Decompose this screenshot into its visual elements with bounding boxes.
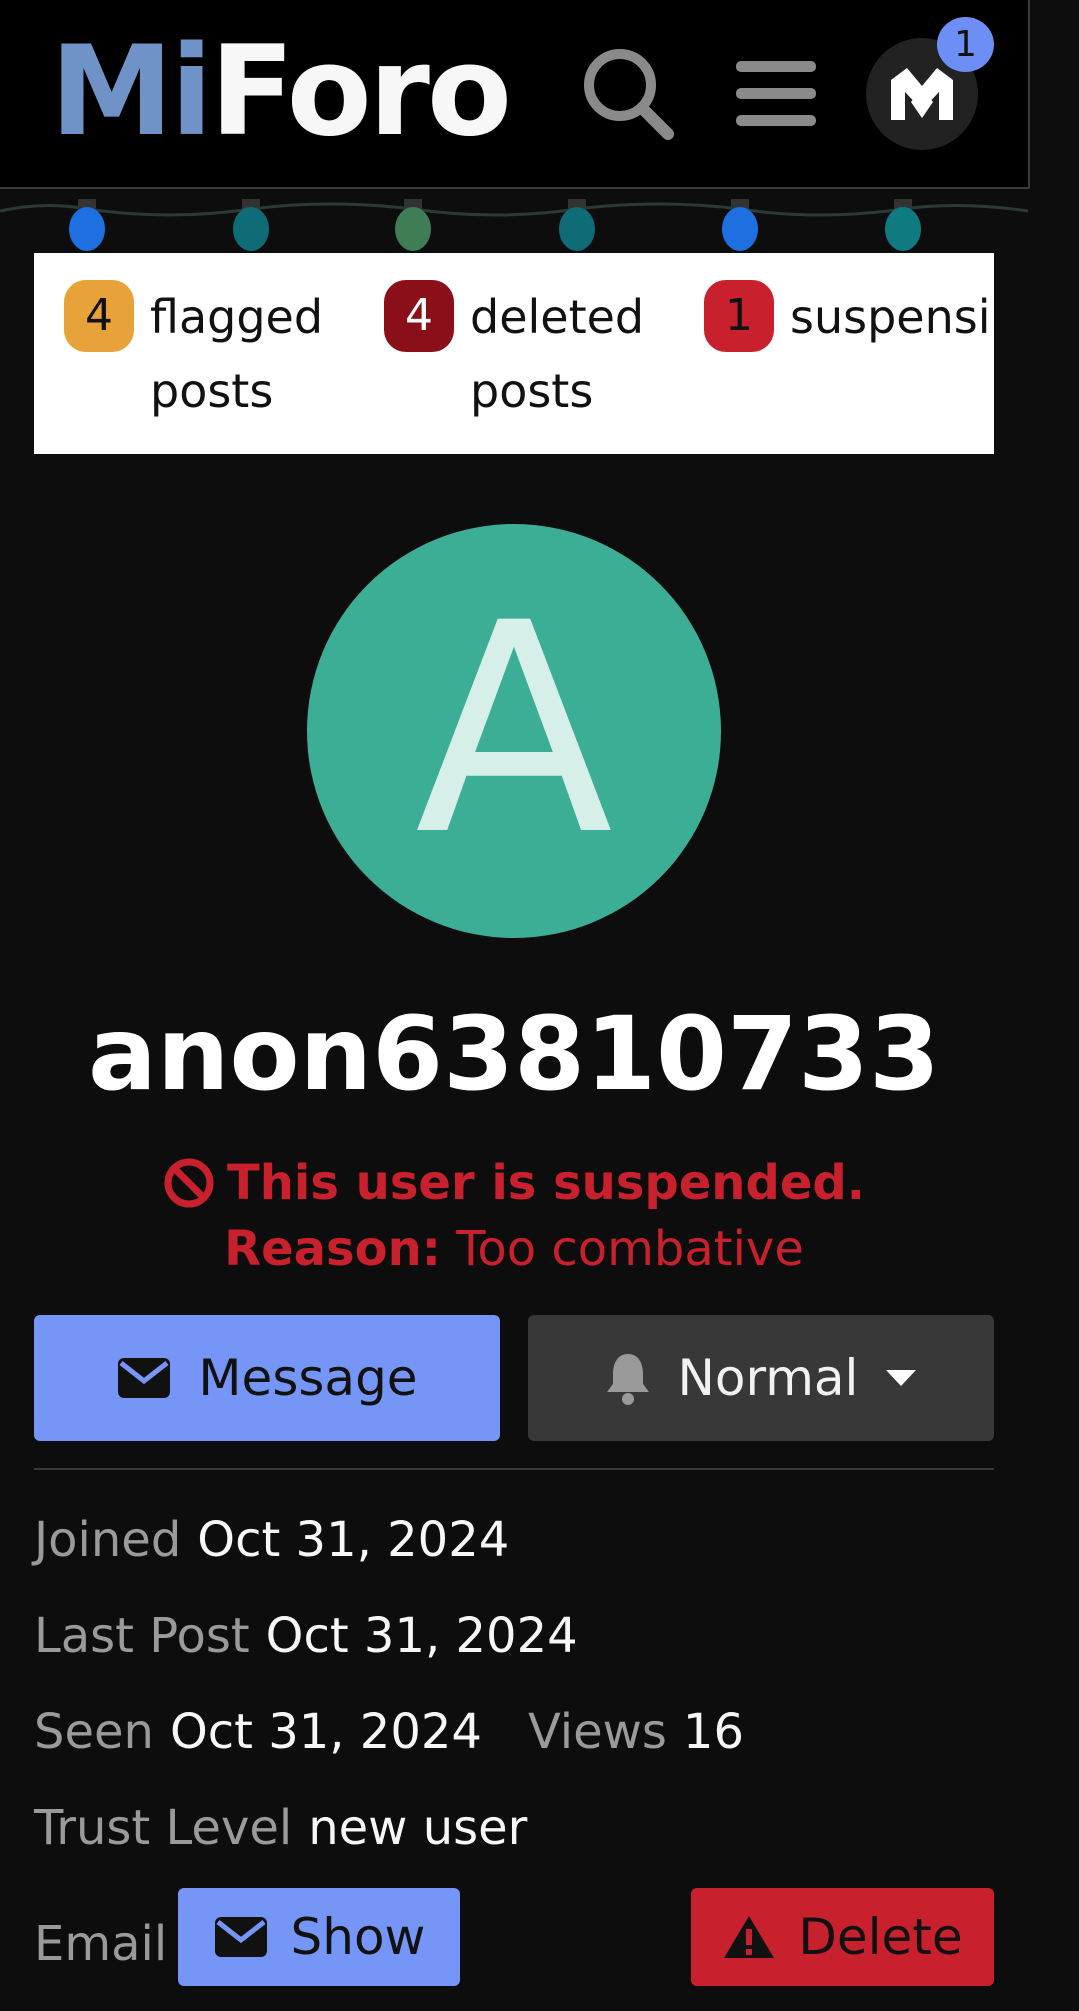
stat-count: 1 xyxy=(704,280,774,352)
search-icon[interactable] xyxy=(578,45,678,145)
show-email-button[interactable]: Show xyxy=(178,1888,460,1986)
user-stats-bar: 4 flagged posts 4 deleted posts 1 suspensi xyxy=(34,253,994,454)
profile-avatar: A xyxy=(307,524,721,938)
last-post-row: Last Post Oct 31, 2024 xyxy=(34,1606,578,1666)
ban-icon xyxy=(164,1158,214,1208)
views-row: Views 16 xyxy=(528,1702,744,1762)
stat-deleted-posts[interactable]: 4 deleted posts xyxy=(384,280,644,428)
decorative-lights xyxy=(0,189,1029,259)
site-header: MiForo 1 xyxy=(0,0,1030,189)
reason-label: Reason: xyxy=(224,1221,441,1277)
delete-label: Delete xyxy=(798,1908,963,1966)
trust-level-label: Trust Level xyxy=(34,1800,293,1856)
views-value: 16 xyxy=(682,1704,744,1760)
envelope-icon xyxy=(118,1358,171,1398)
joined-row: Joined Oct 31, 2024 xyxy=(34,1510,509,1570)
last-post-label: Last Post xyxy=(34,1608,250,1664)
caret-down-icon xyxy=(886,1370,917,1386)
seen-label: Seen xyxy=(34,1704,154,1760)
suspended-text: This user is suspended. xyxy=(227,1155,865,1211)
joined-label: Joined xyxy=(34,1512,182,1568)
hamburger-menu-icon[interactable] xyxy=(728,45,828,145)
stat-count: 4 xyxy=(64,280,134,352)
show-label: Show xyxy=(290,1908,426,1966)
notification-level-dropdown[interactable]: Normal xyxy=(528,1315,994,1441)
trust-level-row: Trust Level new user xyxy=(34,1798,527,1858)
envelope-icon xyxy=(214,1917,267,1957)
stat-label: deleted posts xyxy=(470,290,645,418)
logo-part-mi: Mi xyxy=(50,20,213,164)
seen-row: Seen Oct 31, 2024 xyxy=(34,1702,482,1762)
seen-value: Oct 31, 2024 xyxy=(169,1704,482,1760)
stat-label: flagged posts xyxy=(150,290,324,418)
stat-flagged-posts[interactable]: 4 flagged posts xyxy=(64,280,323,428)
stat-count: 4 xyxy=(384,280,454,352)
notification-badge[interactable]: 1 xyxy=(937,17,994,72)
email-row: Email xyxy=(34,1914,183,1974)
last-post-value[interactable]: Oct 31, 2024 xyxy=(266,1608,578,1664)
site-logo[interactable]: MiForo xyxy=(50,20,512,165)
trust-level-value: new user xyxy=(308,1800,528,1856)
username: anon63810733 xyxy=(88,995,940,1114)
notification-level-label: Normal xyxy=(677,1349,859,1407)
user-avatar-icon xyxy=(891,68,953,120)
stat-suspensions[interactable]: 1 suspensi xyxy=(704,280,991,354)
stat-label: suspensi xyxy=(790,290,991,344)
reason-value: Too combative xyxy=(456,1221,804,1277)
logo-part-foro: Foro xyxy=(209,20,512,164)
delete-user-button[interactable]: Delete xyxy=(691,1888,994,1986)
warning-icon xyxy=(724,1916,775,1958)
joined-value: Oct 31, 2024 xyxy=(197,1512,510,1568)
section-divider xyxy=(34,1468,994,1470)
views-label: Views xyxy=(528,1704,667,1760)
message-button[interactable]: Message xyxy=(34,1315,500,1441)
email-label: Email xyxy=(34,1916,168,1972)
bell-icon xyxy=(606,1354,649,1405)
suspension-notice: This user is suspended. Reason: Too comb… xyxy=(0,1150,1028,1282)
message-label: Message xyxy=(198,1349,418,1407)
